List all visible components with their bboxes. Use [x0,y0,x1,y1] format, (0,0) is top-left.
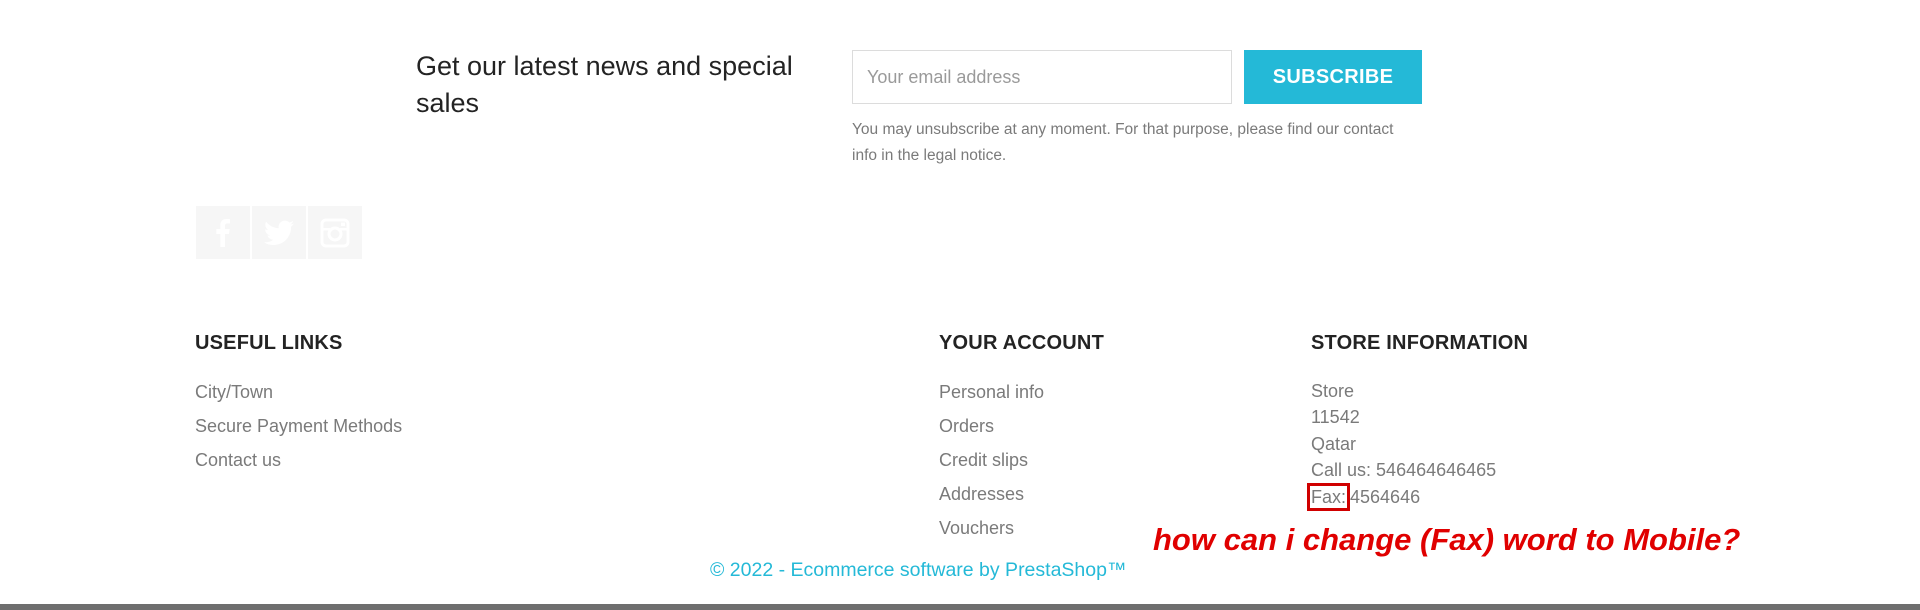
store-information-block: Store 11542 Qatar Call us: 546464646465 … [1307,378,1496,512]
store-phone: Call us: 546464646465 [1311,457,1496,483]
copyright-link[interactable]: © 2022 - Ecommerce software by PrestaSho… [710,559,1126,582]
social-twitter-button[interactable] [252,206,306,259]
your-account-title: YOUR ACCOUNT [939,332,1104,354]
your-account-list: Personal info Orders Credit slips Addres… [939,378,1044,548]
store-phone-label: Call us: [1311,459,1372,480]
bottom-divider [0,604,1920,610]
account-link-personal-info[interactable]: Personal info [939,378,1044,412]
store-information-title: STORE INFORMATION [1311,332,1529,354]
social-facebook-button[interactable] [196,206,250,259]
instagram-icon [320,218,350,247]
social-instagram-button[interactable] [308,206,362,259]
twitter-icon [264,220,295,245]
account-link-orders[interactable]: Orders [939,412,1044,446]
account-link-credit-slips[interactable]: Credit slips [939,446,1044,480]
footer-page: Get our latest news and special sales SU… [0,0,1920,610]
facebook-icon [216,218,230,247]
useful-links-list: City/Town Secure Payment Methods Contact… [195,378,402,480]
store-name: Store [1311,381,1355,401]
store-fax-value: 4564646 [1350,487,1421,508]
useful-links-title: USEFUL LINKS [195,332,343,354]
useful-link-contact-us[interactable]: Contact us [195,446,402,480]
subscribe-button[interactable]: SUBSCRIBE [1244,50,1422,104]
newsletter-legal-note: You may unsubscribe at any moment. For t… [852,121,1394,164]
useful-link-secure-payment[interactable]: Secure Payment Methods [195,412,402,446]
account-link-addresses[interactable]: Addresses [939,480,1044,514]
store-postcode: 11542 [1311,407,1360,428]
social-links [196,206,362,259]
email-input[interactable] [852,50,1232,104]
newsletter-title: Get our latest news and special sales [416,51,793,118]
account-link-vouchers[interactable]: Vouchers [939,514,1044,548]
question-annotation: how can i change (Fax) word to Mobile? [1153,522,1741,557]
store-fax: Fax: 4564646 [1307,483,1496,512]
fax-label-highlight: Fax: [1307,483,1351,512]
useful-link-city-town[interactable]: City/Town [195,378,402,412]
store-fax-label: Fax: [1311,487,1347,508]
store-country: Qatar [1311,433,1357,454]
store-phone-value: 546464646465 [1376,459,1497,480]
